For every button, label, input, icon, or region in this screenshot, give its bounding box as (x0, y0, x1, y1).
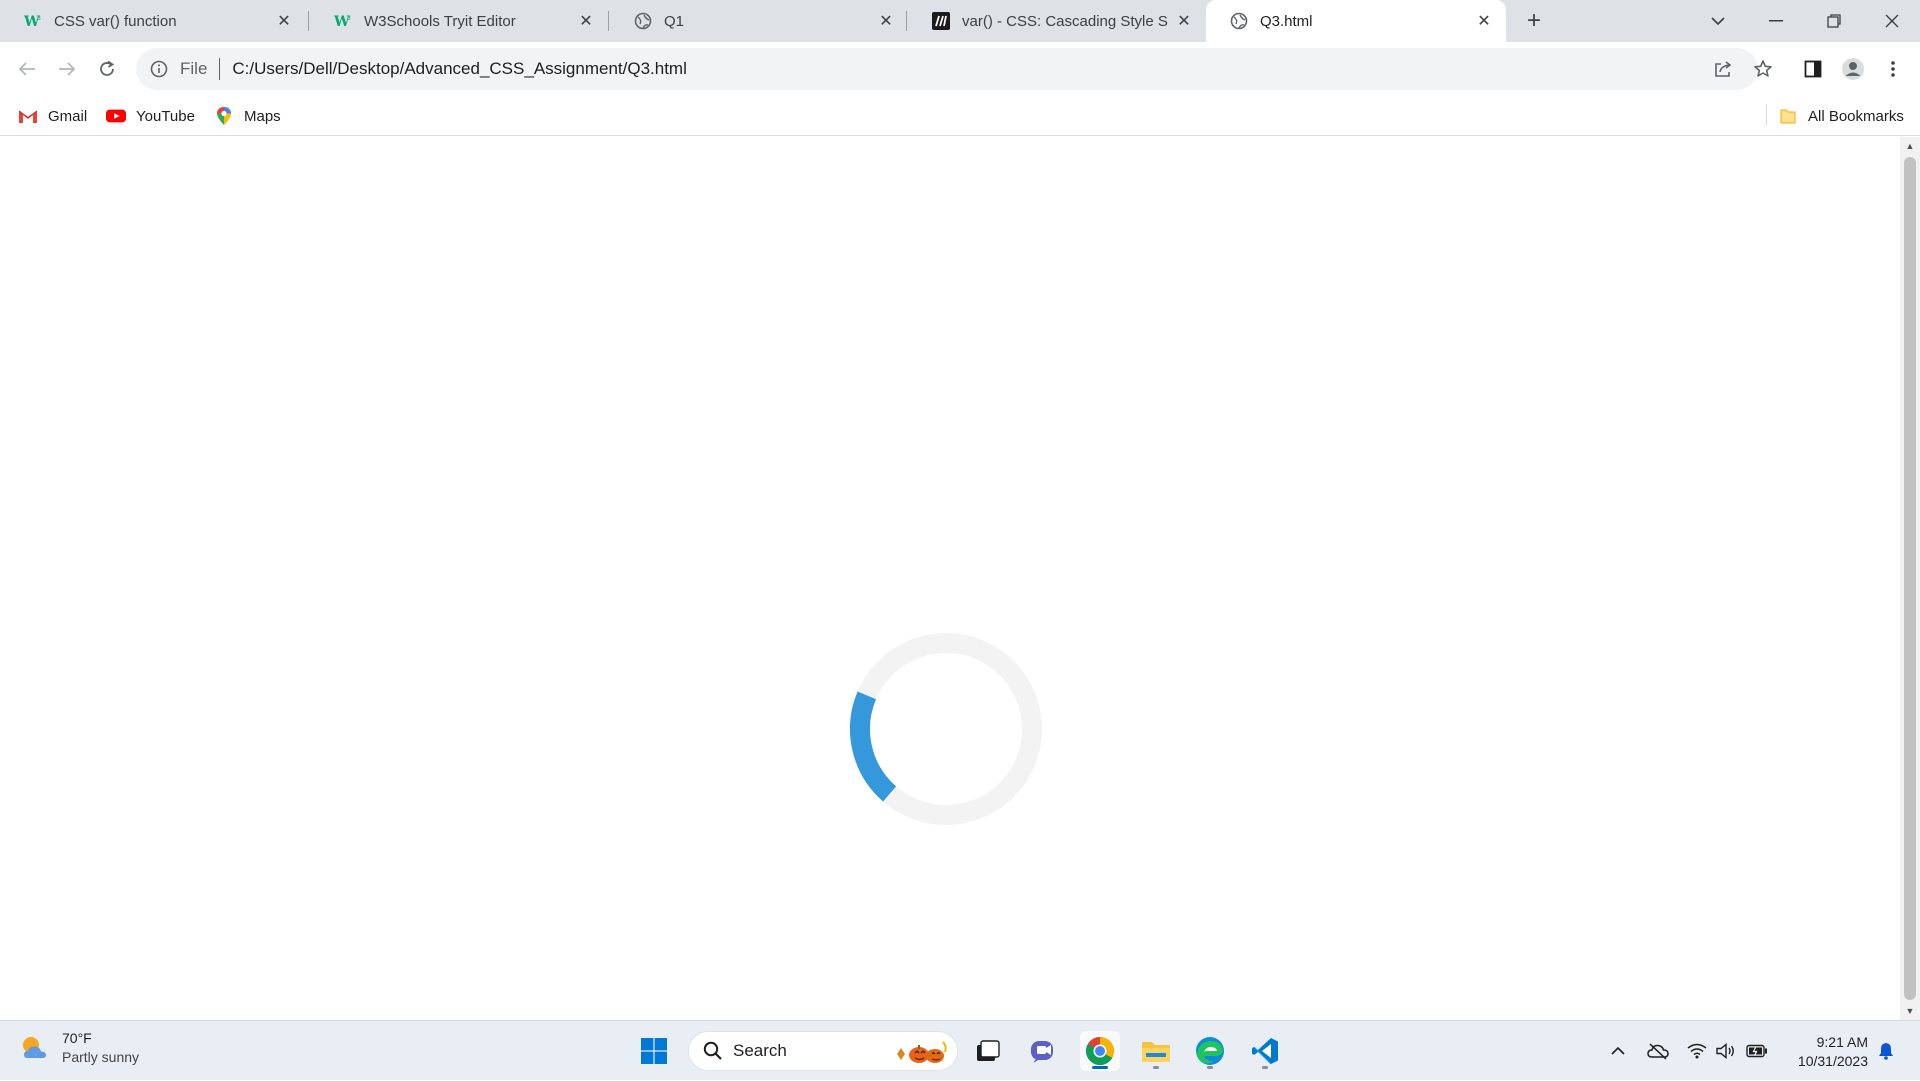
gmail-icon (18, 106, 38, 126)
bookmark-label: YouTube (136, 107, 195, 125)
close-icon[interactable]: ✕ (1174, 11, 1194, 31)
tab-title: CSS var() function (54, 12, 177, 30)
back-button[interactable] (12, 54, 42, 84)
browser-toolbar: File C:/Users/Dell/Desktop/Advanced_CSS_… (0, 42, 1920, 96)
partly-sunny-icon (23, 1037, 46, 1058)
all-bookmarks-button[interactable]: All Bookmarks (1778, 102, 1904, 130)
profile-avatar-icon[interactable] (1838, 54, 1868, 84)
search-label: Search (733, 1041, 787, 1060)
tab-css-var[interactable]: W3 CSS var() function ✕ (0, 0, 306, 42)
windows-start-icon[interactable] (634, 1031, 674, 1071)
youtube-icon (106, 106, 126, 126)
page-content (0, 137, 1900, 1020)
globe-icon (1230, 12, 1248, 30)
task-view-icon[interactable] (968, 1031, 1008, 1071)
bookmark-maps[interactable]: Maps (214, 102, 281, 130)
tab-w3schools-tryit[interactable]: W3 W3Schools Tryit Editor ✕ (310, 0, 608, 42)
scroll-down-arrow-icon[interactable]: ▼ (1900, 1002, 1920, 1020)
url-divider (219, 58, 221, 80)
bookmark-star-icon[interactable] (1748, 54, 1778, 84)
side-panel-icon[interactable] (1798, 54, 1828, 84)
tab-separator (906, 11, 907, 31)
wifi-icon[interactable] (1682, 1021, 1712, 1081)
volume-icon[interactable] (1712, 1021, 1740, 1081)
tab-q3[interactable]: Q3.html ✕ (1206, 0, 1506, 42)
reload-button[interactable] (92, 54, 122, 84)
mdn-icon (932, 12, 950, 30)
bookmark-youtube[interactable]: YouTube (106, 102, 195, 130)
notification-bell-icon[interactable] (1872, 1021, 1900, 1081)
bookmarks-divider (1766, 104, 1767, 126)
minimize-button[interactable] (1748, 0, 1804, 42)
w3schools-icon: W3 (334, 12, 352, 30)
tab-separator (308, 11, 309, 31)
clock-date: 10/31/2023 (1797, 1053, 1868, 1069)
system-clock[interactable]: 9:21 AM 10/31/2023 (1780, 1033, 1868, 1071)
share-icon[interactable] (1708, 54, 1738, 84)
bookmark-label: All Bookmarks (1808, 107, 1904, 125)
tab-title: W3Schools Tryit Editor (364, 12, 516, 30)
tab-search-icon[interactable] (1690, 0, 1746, 42)
weather-temperature: 70°F (62, 1030, 92, 1046)
vscode-icon[interactable] (1245, 1031, 1285, 1071)
url-text[interactable]: C:/Users/Dell/Desktop/Advanced_CSS_Assig… (232, 59, 1758, 79)
clock-time: 9:21 AM (1816, 1034, 1868, 1050)
vertical-scrollbar[interactable]: ▲ ▼ (1900, 137, 1920, 1020)
active-app-indicator (1092, 1066, 1108, 1069)
close-icon[interactable]: ✕ (576, 11, 596, 31)
globe-icon (634, 12, 652, 30)
scroll-thumb[interactable] (1904, 157, 1916, 1000)
address-bar[interactable]: File C:/Users/Dell/Desktop/Advanced_CSS_… (136, 48, 1758, 90)
folder-icon (1778, 106, 1798, 126)
menu-kebab-icon[interactable] (1878, 54, 1908, 84)
onedrive-offline-icon[interactable] (1642, 1021, 1674, 1081)
restore-button[interactable] (1806, 0, 1862, 42)
tab-strip: W3 CSS var() function ✕ W3 W3Schools Try… (0, 0, 1920, 42)
close-icon[interactable]: ✕ (876, 11, 896, 31)
url-scheme-label: File (180, 59, 208, 78)
tab-title: var() - CSS: Cascading Style Shee (962, 12, 1168, 30)
close-window-button[interactable] (1864, 0, 1920, 42)
battery-icon[interactable] (1742, 1021, 1772, 1081)
weather-widget[interactable]: 70°F Partly sunny (18, 1029, 139, 1067)
tab-title: Q3.html (1260, 12, 1313, 30)
chrome-icon[interactable] (1080, 1031, 1120, 1071)
maps-icon (214, 106, 234, 126)
bookmark-label: Gmail (48, 107, 88, 125)
edge-icon[interactable] (1190, 1031, 1230, 1071)
teams-chat-icon[interactable] (1024, 1031, 1064, 1071)
forward-button[interactable] (52, 54, 82, 84)
site-info-icon[interactable] (148, 58, 170, 80)
bookmark-gmail[interactable]: Gmail (18, 102, 87, 130)
halloween-pumpkin-icon (897, 1041, 947, 1063)
tab-title: Q1 (664, 12, 685, 30)
windows-taskbar: 70°F Partly sunny Search 9:21 AM 10/31/2… (0, 1020, 1920, 1080)
taskbar-search-box[interactable]: Search (688, 1031, 958, 1071)
tab-separator (608, 11, 609, 31)
close-icon[interactable]: ✕ (1474, 11, 1494, 31)
new-tab-button[interactable]: + (1520, 7, 1548, 35)
running-app-indicator (1207, 1066, 1213, 1069)
spinner-arc (850, 691, 897, 802)
search-icon (703, 1041, 722, 1060)
bookmarks-bar: Gmail YouTube Maps All Bookmarks (0, 96, 1920, 136)
tab-q1[interactable]: Q1 ✕ (610, 0, 908, 42)
loading-spinner (850, 633, 1042, 825)
running-app-indicator (1153, 1066, 1159, 1069)
w3schools-icon: W3 (24, 12, 42, 30)
running-app-indicator (1262, 1066, 1268, 1069)
scroll-up-arrow-icon[interactable]: ▲ (1900, 137, 1920, 155)
show-hidden-icons-chevron-icon[interactable] (1604, 1021, 1632, 1081)
weather-condition: Partly sunny (62, 1049, 140, 1065)
tab-mdn-var[interactable]: var() - CSS: Cascading Style Shee ✕ (908, 0, 1206, 42)
close-icon[interactable]: ✕ (274, 11, 294, 31)
svg-text:3: 3 (347, 15, 351, 22)
file-explorer-icon[interactable] (1136, 1031, 1176, 1071)
browser-window: W3 CSS var() function ✕ W3 W3Schools Try… (0, 0, 1920, 1020)
svg-text:3: 3 (37, 15, 41, 22)
bookmark-label: Maps (244, 107, 281, 125)
